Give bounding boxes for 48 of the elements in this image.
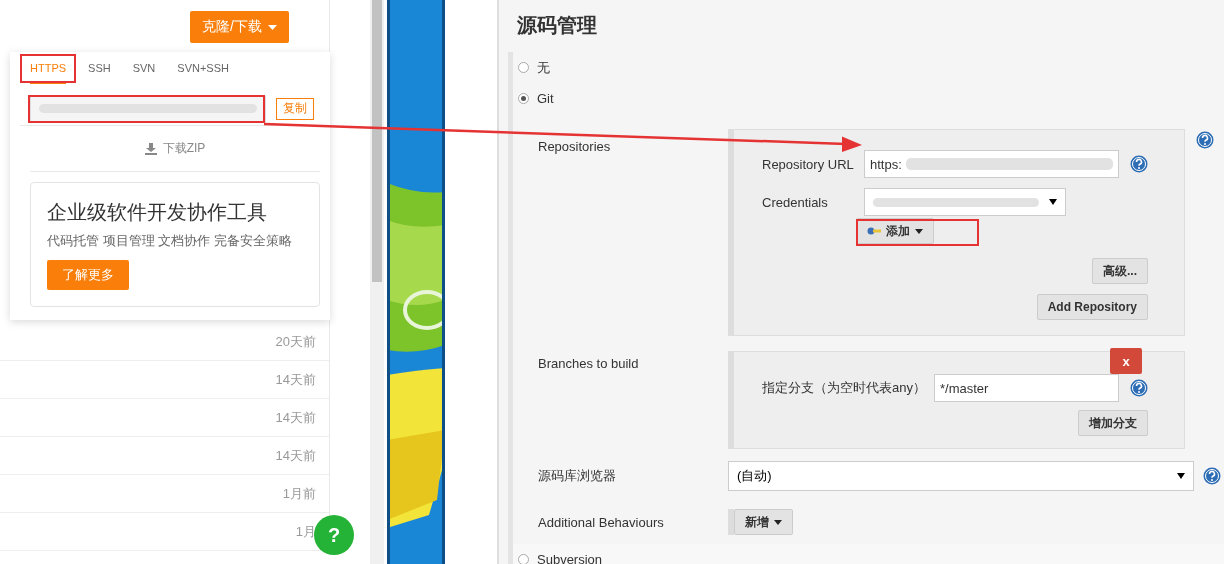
add-repository-button[interactable]: Add Repository — [1036, 294, 1148, 320]
dropdown-arrow-icon — [1049, 199, 1057, 205]
field-label: 源码库浏览器 — [537, 467, 617, 485]
caret-icon — [268, 24, 277, 30]
field-label: Repository URL — [762, 156, 855, 172]
branch-specifier-field[interactable]: */master — [934, 374, 1119, 402]
field-label: 指定分支（为空时代表any） — [762, 379, 927, 397]
download-zip-link[interactable]: 下载ZIP — [144, 140, 206, 157]
key-icon — [867, 227, 881, 235]
delete-button[interactable]: x — [1110, 348, 1142, 374]
time-label: 1月前 — [282, 484, 316, 503]
help-icon[interactable] — [1196, 131, 1214, 149]
help-icon[interactable] — [1130, 155, 1148, 173]
advanced-button[interactable]: 高级... — [1092, 258, 1148, 284]
field-label: Repositories — [537, 138, 612, 154]
field-label: Branches to build — [537, 355, 640, 371]
option-label: Git — [537, 91, 554, 106]
option-label: Subversion — [537, 552, 603, 564]
add-branch-button[interactable]: 增加分支 — [1078, 410, 1148, 436]
time-label: 14天前 — [275, 408, 316, 427]
option-label: 无 — [537, 58, 550, 77]
repository-browser-dropdown[interactable]: (自动) — [728, 461, 1194, 491]
section-title: 源码管理 — [516, 11, 598, 39]
protocol-tab[interactable]: SVN+SSH — [177, 62, 229, 82]
time-label: 1月 — [295, 522, 316, 541]
annotation-box — [20, 54, 76, 83]
dropdown-arrow-icon — [1177, 473, 1185, 479]
caret-icon — [774, 519, 782, 525]
help-icon[interactable] — [1130, 379, 1148, 397]
time-label: 20天前 — [275, 332, 316, 351]
protocol-tab[interactable]: SSH — [88, 62, 111, 82]
add-behaviour-button[interactable]: 新增 — [734, 509, 793, 535]
caret-icon — [915, 228, 923, 234]
download-icon — [144, 142, 157, 155]
time-label: 14天前 — [275, 446, 316, 465]
radio-button[interactable] — [518, 93, 529, 104]
radio-button[interactable] — [518, 554, 529, 564]
field-label: Credentials — [762, 194, 829, 210]
protocol-tab[interactable]: SVN — [132, 62, 156, 82]
scrollbar[interactable] — [370, 0, 384, 564]
promo-title: 企业级软件开发协作工具 — [47, 200, 268, 225]
time-label: 14天前 — [275, 370, 316, 389]
add-credentials-button[interactable]: 添加 — [856, 218, 934, 244]
field-label: Additional Behaviours — [537, 514, 665, 530]
repository-url-field[interactable]: https: — [864, 150, 1119, 178]
radio-button[interactable] — [518, 62, 529, 73]
help-icon[interactable] — [1203, 467, 1221, 485]
promo-subtitle: 代码托管 项目管理 文档协作 完备安全策略 — [47, 232, 293, 250]
